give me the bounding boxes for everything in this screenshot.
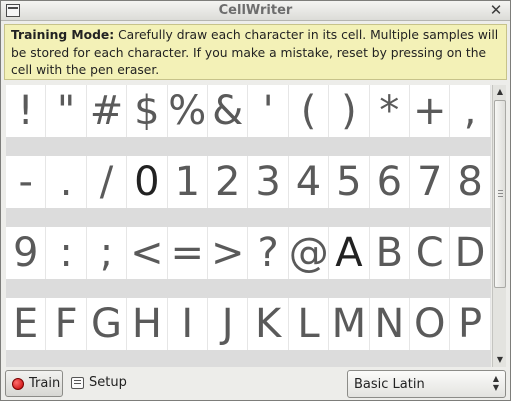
train-toggle-button[interactable]: Train [5,370,63,397]
character-cell[interactable]: K [248,298,289,350]
character-cell[interactable]: . [46,156,87,208]
character-cell[interactable]: ' [248,85,289,137]
character-cell[interactable]: 8 [450,156,491,208]
train-label: Train [29,376,61,391]
character-cell[interactable]: / [87,156,128,208]
character-cell[interactable]: ; [87,227,128,279]
row-separator [6,350,491,367]
character-cell[interactable]: + [410,85,451,137]
setup-label: Setup [89,375,127,390]
unicode-block-select[interactable]: Basic Latin ▲ ▼ [347,370,506,398]
row-separator [6,208,491,227]
character-cell[interactable]: * [370,85,410,137]
grip-line [498,190,503,191]
character-cell[interactable]: < [127,227,168,279]
character-cell[interactable]: , [450,85,491,137]
row-separator [6,279,491,298]
character-cell[interactable]: ! [6,85,47,137]
character-row: EFGHIJKLMNOP [6,298,491,367]
window-title: CellWriter [218,3,293,18]
character-cell[interactable]: 4 [289,156,330,208]
title-bar[interactable]: CellWriter ✕ [1,1,510,21]
character-cell[interactable]: @ [289,227,330,279]
unicode-block-value: Basic Latin [354,377,425,392]
character-cell[interactable]: 2 [208,156,249,208]
character-cell[interactable]: & [208,85,249,137]
character-cell[interactable]: N [370,298,410,350]
character-cell[interactable]: I [168,298,208,350]
character-row: -./0 1 2 3 4 5 6 7 8 [6,156,491,227]
character-cell[interactable]: E [6,298,47,350]
character-cell[interactable]: L [289,298,330,350]
character-grid: ! " # $% & '() * +, -./0 1 2 3 4 5 6 7 8 9:; < = >? @ A B C D E F G H… [6,85,491,367]
character-cell[interactable]: ? [248,227,289,279]
character-row: 9:; < = >? @ A B C D [6,227,491,298]
character-cell[interactable]: 5 [329,156,370,208]
character-cell[interactable]: 3 [248,156,289,208]
updown-arrows-icon: ▲ ▼ [492,374,499,392]
character-cell[interactable]: M [329,298,370,350]
character-cell[interactable]: 7 [410,156,451,208]
character-cell[interactable]: J [208,298,249,350]
character-cell[interactable]: ) [329,85,370,137]
character-cell[interactable]: B [370,227,410,279]
banner-label: Training Mode: [11,28,115,42]
character-cell[interactable]: A [329,227,370,279]
character-cell[interactable]: $ [127,85,168,137]
character-cell[interactable]: C [410,227,451,279]
character-cell[interactable]: = [168,227,208,279]
character-cell[interactable]: F [46,298,87,350]
character-cell[interactable]: 0 [127,156,168,208]
training-mode-banner: Training Mode: Carefully draw each chara… [4,24,507,80]
character-cell[interactable]: ( [289,85,330,137]
keyboard-icon [71,377,84,389]
character-cell[interactable]: - [6,156,47,208]
grip-line [498,193,503,194]
character-cell[interactable]: # [87,85,128,137]
character-cell[interactable]: " [46,85,87,137]
character-cell[interactable]: H [127,298,168,350]
character-row: ! " # $% & '() * +, [6,85,491,156]
character-cell[interactable]: % [168,85,208,137]
scroll-thumb[interactable] [494,100,506,288]
character-cell[interactable]: O [410,298,451,350]
bottom-toolbar: Train Setup Basic Latin ▲ ▼ [1,369,510,400]
character-cell[interactable]: 6 [370,156,410,208]
close-icon[interactable]: ✕ [488,3,504,19]
character-cell[interactable]: : [46,227,87,279]
scroll-down-icon[interactable]: ▼ [494,354,506,366]
character-cell[interactable]: 1 [168,156,208,208]
vertical-scrollbar[interactable]: ▲ ▼ [492,85,506,367]
character-cell[interactable]: P [450,298,491,350]
cellwriter-window: CellWriter ✕ Training Mode: Carefully dr… [0,0,511,401]
character-cell[interactable]: D [450,227,491,279]
grip-line [498,196,503,197]
character-cell[interactable]: > [208,227,249,279]
record-icon [12,378,24,390]
setup-button[interactable]: Setup [67,370,135,397]
character-cell[interactable]: G [87,298,128,350]
row-separator [6,137,491,156]
character-cell[interactable]: 9 [6,227,47,279]
scroll-up-icon[interactable]: ▲ [494,86,506,98]
